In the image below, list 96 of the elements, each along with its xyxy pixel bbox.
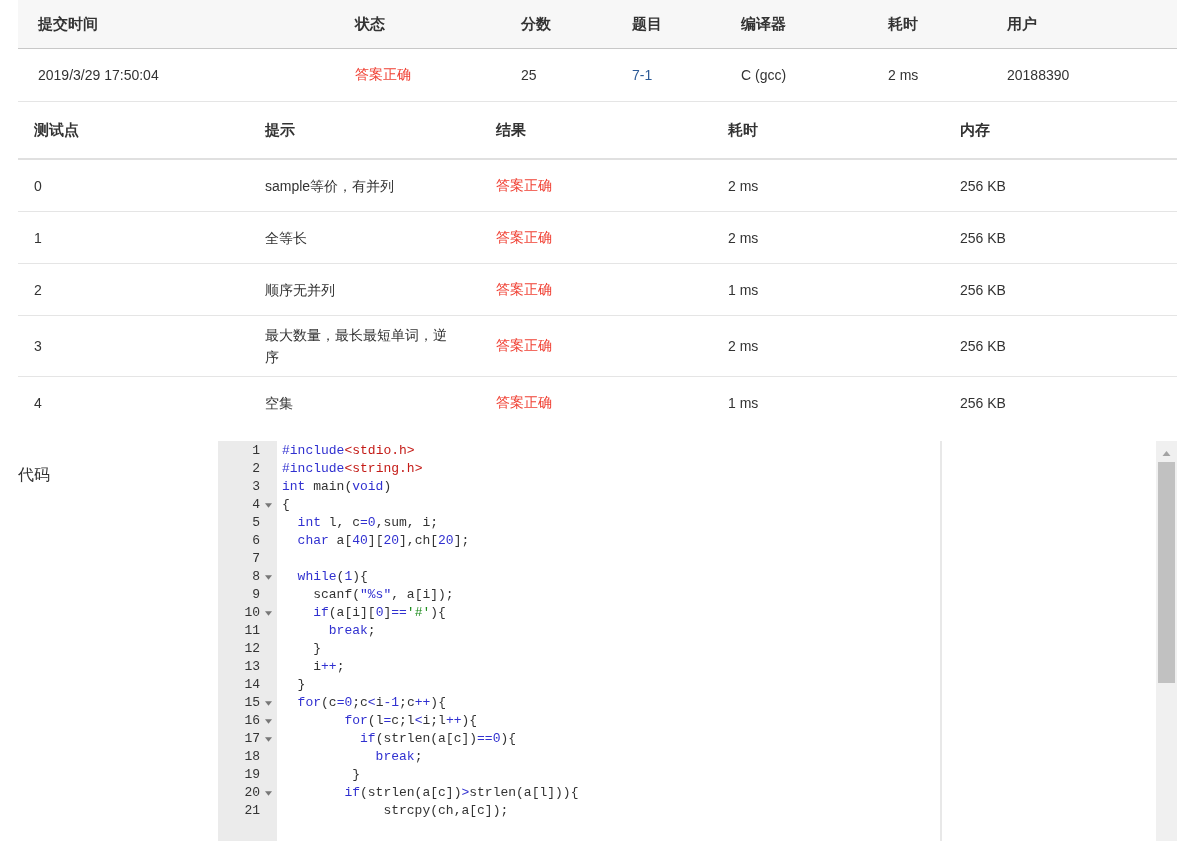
line-number: 7 xyxy=(252,550,260,568)
column-header: 题目 xyxy=(632,14,663,34)
memory-usage: 256 KB xyxy=(960,338,1007,354)
line-number: 18 xyxy=(244,748,260,766)
user-id: 20188390 xyxy=(1007,67,1071,83)
fold-caret-icon[interactable] xyxy=(265,718,272,724)
fold-caret-icon[interactable] xyxy=(265,700,272,706)
code-line: } xyxy=(296,677,306,692)
submit-time: 2019/3/29 17:50:04 xyxy=(38,67,160,83)
test-hint: 空集 xyxy=(265,394,294,413)
code-line: while(1){ xyxy=(296,569,368,584)
code-line: { xyxy=(282,497,290,512)
fold-caret-icon[interactable] xyxy=(265,574,272,580)
code-line: if(strlen(a[c])>strlen(a[l])){ xyxy=(343,785,579,800)
code-line: for(l=c;l<i;l++){ xyxy=(343,713,478,728)
result-text: 答案正确 xyxy=(496,176,553,195)
memory-usage: 256 KB xyxy=(960,281,1007,298)
line-number: 9 xyxy=(252,586,260,604)
elapsed-time: 2 ms xyxy=(728,177,760,194)
line-number: 1 xyxy=(252,442,260,460)
fold-caret-icon[interactable] xyxy=(265,790,272,796)
line-number: 17 xyxy=(244,730,260,748)
line-number: 14 xyxy=(244,676,260,694)
result-text: 答案正确 xyxy=(496,228,553,247)
line-number: 20 xyxy=(244,784,260,802)
line-number: 4 xyxy=(252,496,260,514)
code-line: } xyxy=(312,641,321,656)
memory-usage: 256 KB xyxy=(960,177,1007,194)
score: 25 xyxy=(521,67,538,83)
elapsed-time: 1 ms xyxy=(728,395,760,411)
line-number: 6 xyxy=(252,532,260,550)
line-number: 12 xyxy=(244,640,260,658)
scroll-up-arrow-icon[interactable] xyxy=(1162,451,1171,456)
test-case-number: 2 xyxy=(34,281,43,298)
line-number: 2 xyxy=(252,460,260,478)
column-header: 内存 xyxy=(960,120,991,140)
test-hint: 最大数量，最长最短单词，逆序 xyxy=(265,326,448,367)
code-line: i++; xyxy=(312,659,345,674)
test-hint: 顺序无并列 xyxy=(265,280,336,300)
line-number: 19 xyxy=(244,766,260,784)
column-header: 提示 xyxy=(265,120,296,140)
code-line: } xyxy=(351,767,360,782)
code-line: int main(void) xyxy=(282,479,392,494)
memory-usage: 256 KB xyxy=(960,395,1007,411)
column-header: 耗时 xyxy=(728,120,759,140)
code-line: if(a[i][0]=='#'){ xyxy=(312,605,446,620)
problem-link[interactable]: 7-1 xyxy=(632,67,741,83)
compiler: C (gcc) xyxy=(741,67,788,83)
fold-caret-icon[interactable] xyxy=(265,610,272,616)
column-header: 结果 xyxy=(496,120,527,140)
test-case-number: 3 xyxy=(34,338,43,354)
memory-usage: 256 KB xyxy=(960,229,1007,246)
elapsed-time: 1 ms xyxy=(728,281,760,298)
code-line: int l, c=0,sum, i; xyxy=(296,515,439,530)
test-case-number: 0 xyxy=(34,177,43,194)
code-line: strcpy(ch,a[c]); xyxy=(382,803,509,818)
code-label: 代码 xyxy=(18,465,51,485)
scrollbar[interactable] xyxy=(1156,441,1177,841)
code-line: if(strlen(a[c])==0){ xyxy=(359,731,517,746)
column-header: 分数 xyxy=(521,14,552,34)
code-line: break; xyxy=(374,749,423,764)
line-number: 5 xyxy=(252,514,260,532)
line-number: 11 xyxy=(244,622,260,640)
fold-caret-icon[interactable] xyxy=(265,736,272,742)
fold-caret-icon[interactable] xyxy=(265,502,272,508)
scrollbar-thumb[interactable] xyxy=(1158,462,1175,683)
line-number: 10 xyxy=(244,604,260,622)
column-header: 用户 xyxy=(1007,14,1038,34)
column-header: 编译器 xyxy=(741,14,787,34)
column-header: 提交时间 xyxy=(38,14,99,34)
column-header: 状态 xyxy=(355,14,386,34)
test-case-number: 1 xyxy=(34,229,43,246)
result-text: 答案正确 xyxy=(496,337,553,355)
result-text: 答案正确 xyxy=(496,394,553,412)
result-text: 答案正确 xyxy=(496,280,553,299)
code-line: char a[40][20],ch[20]; xyxy=(296,533,470,548)
code-line: #include<string.h> xyxy=(282,461,423,476)
elapsed-time: 2 ms xyxy=(728,338,760,354)
line-number: 15 xyxy=(244,694,260,712)
line-number: 16 xyxy=(244,712,260,730)
test-hint: sample等价，有并列 xyxy=(265,176,396,196)
code-line: for(c=0;c<i-1;c++){ xyxy=(296,695,446,710)
line-number: 8 xyxy=(252,568,260,586)
code-line: scanf("%s", a[i]); xyxy=(312,587,454,602)
column-header: 耗时 xyxy=(888,14,919,34)
code-line: break; xyxy=(327,623,376,638)
elapsed-time: 2 ms xyxy=(728,229,760,246)
line-number: 21 xyxy=(244,802,260,820)
line-number: 3 xyxy=(252,478,260,496)
column-header: 测试点 xyxy=(34,120,80,140)
test-case-number: 4 xyxy=(34,395,43,411)
test-hint: 全等长 xyxy=(265,228,308,248)
status-text: 答案正确 xyxy=(355,66,412,84)
code-line: #include<stdio.h> xyxy=(282,443,415,458)
elapsed-time: 2 ms xyxy=(888,67,920,83)
line-number: 13 xyxy=(244,658,260,676)
